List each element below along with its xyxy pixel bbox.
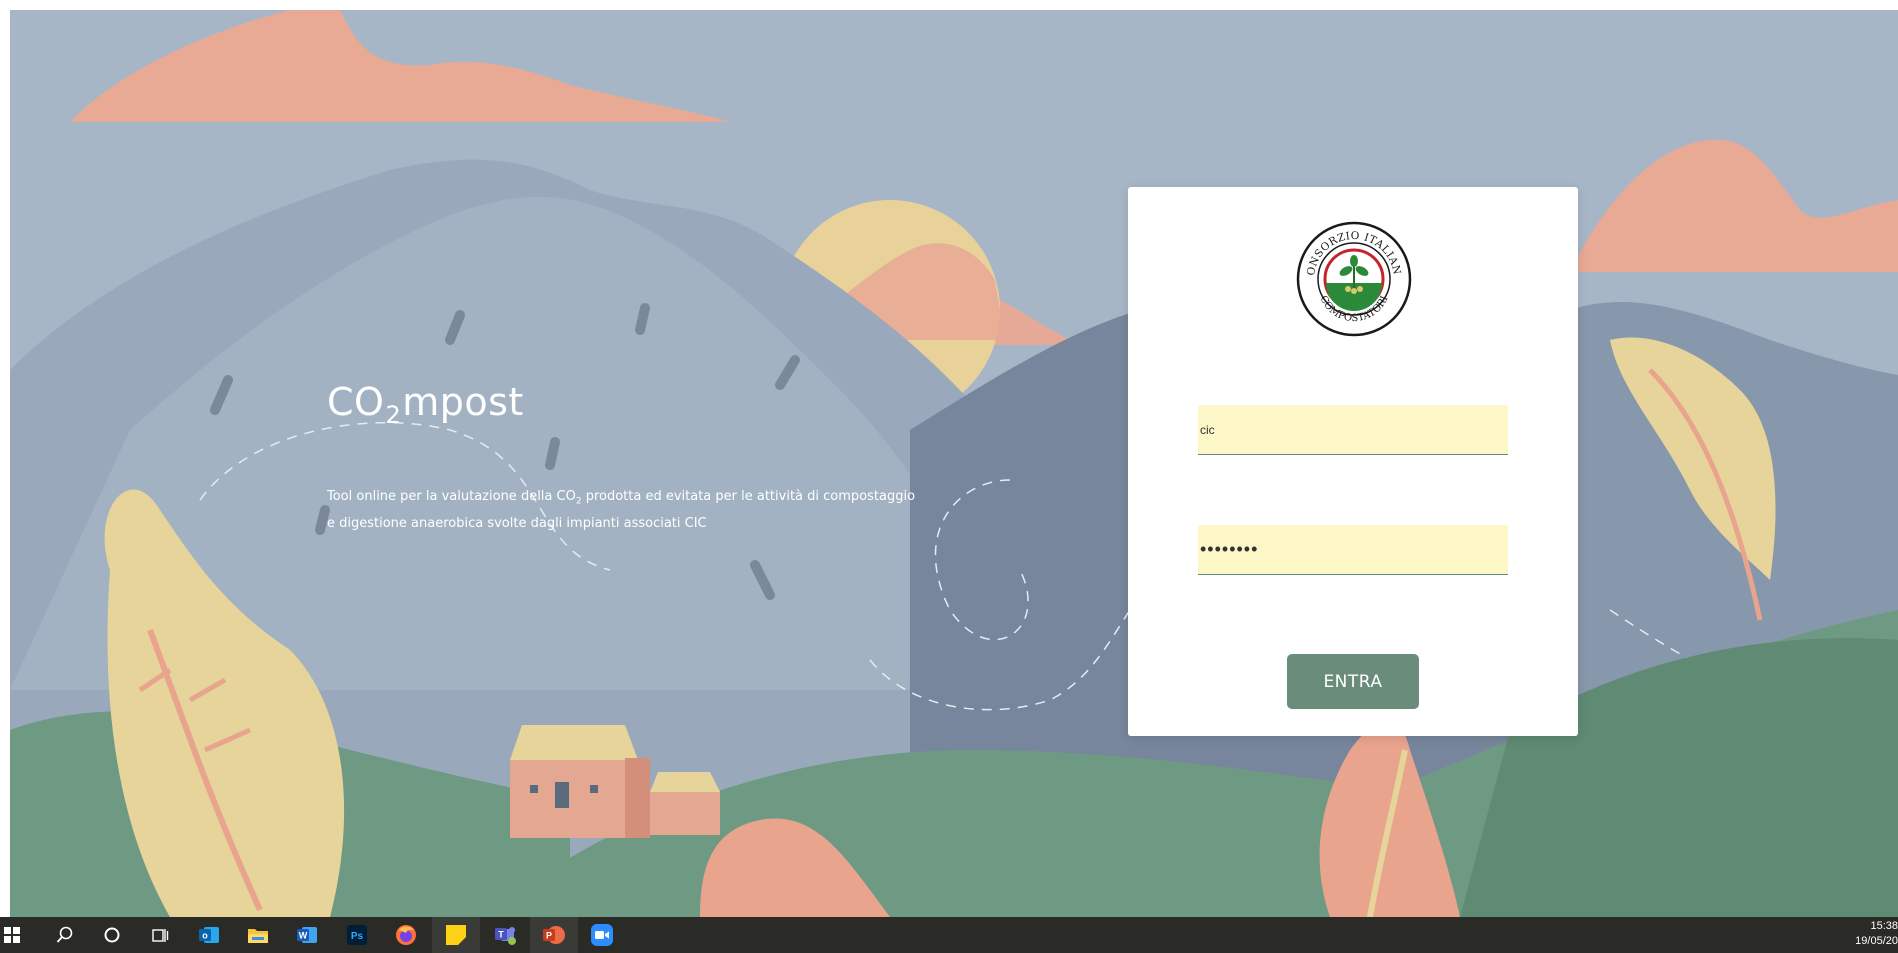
landscape-illustration <box>10 10 1898 917</box>
clock-date: 19/05/20 <box>1855 935 1898 947</box>
svg-text:W: W <box>299 931 308 941</box>
cortana-icon[interactable] <box>99 922 125 948</box>
sticky-notes-icon[interactable] <box>432 917 480 953</box>
svg-text:P: P <box>546 931 552 941</box>
file-explorer-icon[interactable] <box>245 922 271 948</box>
word-icon[interactable]: W <box>294 922 320 948</box>
system-clock[interactable]: 15:38 19/05/20 <box>1838 919 1898 949</box>
svg-text:Ps: Ps <box>351 931 364 942</box>
app-title-prefix: CO <box>327 380 385 424</box>
task-view-icon[interactable] <box>147 922 173 948</box>
desc-line-2: e digestione anaerobica svolte dagli imp… <box>327 515 707 531</box>
desc-part-1: Tool online per la valutazione della CO <box>327 489 576 504</box>
windows-start-icon[interactable] <box>0 922 24 948</box>
desc-part-2: prodotta ed evitata per le attività di c… <box>581 489 916 504</box>
zoom-icon[interactable] <box>589 922 615 948</box>
outlook-icon[interactable]: o <box>196 922 222 948</box>
teams-icon[interactable]: T <box>493 922 519 948</box>
app-description: Tool online per la valutazione della CO2… <box>327 486 977 535</box>
windows-taskbar: o W Ps T P 15:38 19/05/20 <box>0 917 1898 953</box>
svg-text:o: o <box>202 931 208 941</box>
photoshop-icon[interactable]: Ps <box>344 922 370 948</box>
app-title-subscript: 2 <box>385 401 402 429</box>
search-icon[interactable] <box>52 922 78 948</box>
username-input[interactable] <box>1198 405 1508 455</box>
login-card: CONSORZIO ITALIANO COMPOSTATORI ENTRA <box>1128 187 1578 736</box>
svg-text:T: T <box>498 930 504 940</box>
app-title-suffix: mpost <box>402 380 524 424</box>
password-input[interactable] <box>1198 525 1508 575</box>
browser-viewport: CO2mpost Tool online per la valutazione … <box>10 10 1898 917</box>
powerpoint-icon[interactable]: P <box>530 917 578 953</box>
login-button[interactable]: ENTRA <box>1287 654 1419 709</box>
cic-logo: CONSORZIO ITALIANO COMPOSTATORI <box>1296 221 1412 337</box>
app-title: CO2mpost <box>327 380 524 429</box>
firefox-icon[interactable] <box>393 922 419 948</box>
clock-time: 15:38 <box>1870 920 1898 932</box>
